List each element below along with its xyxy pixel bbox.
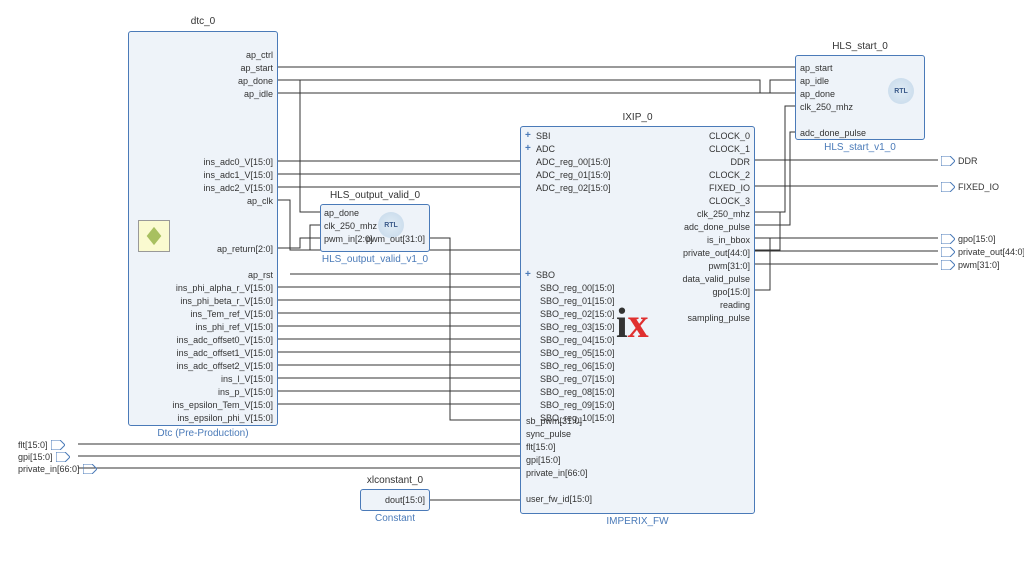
- ixip-port-ADC: ADC: [536, 144, 646, 154]
- dtc-port-ins-epsilon-phi-V-15-0-: ins_epsilon_phi_V[15:0]: [165, 413, 273, 423]
- ixip-port-SBI: SBI: [536, 131, 646, 141]
- dtc-title: dtc_0: [128, 16, 278, 27]
- dtc-port-ap-clk: ap_clk: [180, 196, 273, 206]
- ixip-port-CLOCK-3: CLOCK_3: [650, 196, 750, 206]
- dtc-port-ins-adc-offset0-V-15-0-: ins_adc_offset0_V[15:0]: [165, 335, 273, 345]
- ixip-port-CLOCK-2: CLOCK_2: [650, 170, 750, 180]
- ixip-port-ADC-reg-02-15-0-: ADC_reg_02[15:0]: [536, 183, 646, 193]
- ixip-port-private-out-44-0-: private_out[44:0]: [650, 248, 750, 258]
- dtc-port-ins-phi-alpha-r-V-15-0-: ins_phi_alpha_r_V[15:0]: [165, 283, 273, 293]
- ixip-subtitle: IMPERIX_FW: [520, 516, 755, 527]
- ixip-port-SBO-reg-01-15-0-: SBO_reg_01[15:0]: [540, 296, 650, 306]
- dtc-port-ins-Tem-ref-V-15-0-: ins_Tem_ref_V[15:0]: [165, 309, 273, 319]
- dtc-port-ins-phi-beta-r-V-15-0-: ins_phi_beta_r_V[15:0]: [165, 296, 273, 306]
- ixip-port-CLOCK-0: CLOCK_0: [650, 131, 750, 141]
- ixip-port-ADC-reg-01-15-0-: ADC_reg_01[15:0]: [536, 170, 646, 180]
- ext-input-private-in-66-0-[interactable]: private_in[66:0]: [18, 464, 100, 474]
- ixip-port-FIXED-IO: FIXED_IO: [650, 183, 750, 193]
- ixip-port-SBO-reg-02-15-0-: SBO_reg_02[15:0]: [540, 309, 650, 319]
- ixip-port-private-in-66-0-: private_in[66:0]: [526, 468, 636, 478]
- hlsout-port-clk-250-mhz: clk_250_mhz: [324, 221, 384, 231]
- hls-output-subtitle: HLS_output_valid_v1_0: [320, 254, 430, 265]
- ixip-sbo-header: SBO: [536, 270, 555, 280]
- xlconstant-subtitle: Constant: [360, 513, 430, 524]
- vivado-hls-badge: [138, 220, 170, 252]
- hls-start-title: HLS_start_0: [795, 41, 925, 52]
- ixip-port-sync-pulse: sync_pulse: [526, 429, 636, 439]
- ixip-port-DDR: DDR: [650, 157, 750, 167]
- ixip-port-adc-done-pulse: adc_done_pulse: [650, 222, 750, 232]
- hlsstart-port-clk-250-mhz: clk_250_mhz: [800, 102, 920, 112]
- dtc-subtitle: Dtc (Pre-Production): [128, 428, 278, 439]
- dtc-port-ap-rst: ap_rst: [165, 270, 273, 280]
- ixip-port-reading: reading: [650, 300, 750, 310]
- ext-input-flt-15-0-[interactable]: flt[15:0]: [18, 440, 68, 450]
- ext-output-DDR[interactable]: DDR: [938, 156, 978, 166]
- sbi-expand-icon[interactable]: +: [525, 130, 531, 141]
- dtc-port-ins-phi-ref-V-15-0-: ins_phi_ref_V[15:0]: [165, 322, 273, 332]
- hls-start-apstart: ap_start: [800, 63, 833, 73]
- ixip-port-gpi-15-0-: gpi[15:0]: [526, 455, 636, 465]
- adc-expand-icon[interactable]: +: [525, 143, 531, 154]
- dtc-port-ap-idle: ap_idle: [225, 89, 273, 99]
- ext-input-gpi-15-0-[interactable]: gpi[15:0]: [18, 452, 73, 462]
- ixip-port-is-in-bbox: is_in_bbox: [650, 235, 750, 245]
- ixip-port-data-valid-pulse: data_valid_pulse: [650, 274, 750, 284]
- hlsout-port-pwm-in-2-0-: pwm_in[2:0]: [324, 234, 384, 244]
- ixip-port-SBO-reg-03-15-0-: SBO_reg_03[15:0]: [540, 322, 650, 332]
- hls-output-title: HLS_output_valid_0: [320, 190, 430, 201]
- dtc-return-port: ap_return[2:0]: [188, 244, 273, 254]
- dtc-port-ap-start: ap_start: [225, 63, 273, 73]
- dtc-port-ins-adc0-V-15-0-: ins_adc0_V[15:0]: [180, 157, 273, 167]
- ext-output-gpo-15-0-[interactable]: gpo[15:0]: [938, 234, 996, 244]
- dtc-port-ins-l-V-15-0-: ins_l_V[15:0]: [165, 374, 273, 384]
- ixip-port-gpo-15-0-: gpo[15:0]: [650, 287, 750, 297]
- ixip-port-SBO-reg-07-15-0-: SBO_reg_07[15:0]: [540, 374, 650, 384]
- hlsstart-port-adc-done-pulse: adc_done_pulse: [800, 128, 920, 138]
- sbo-expand-icon[interactable]: +: [525, 269, 531, 280]
- ixip-port-SBO-reg-06-15-0-: SBO_reg_06[15:0]: [540, 361, 650, 371]
- ixip-port-user-fw-id-15-0-: user_fw_id[15:0]: [526, 494, 636, 504]
- ext-output-FIXED-IO[interactable]: FIXED_IO: [938, 182, 999, 192]
- dtc-port-ins-adc2-V-15-0-: ins_adc2_V[15:0]: [180, 183, 273, 193]
- dtc-port-ins-adc-offset1-V-15-0-: ins_adc_offset1_V[15:0]: [165, 348, 273, 358]
- ext-output-private-out-44-0-[interactable]: private_out[44:0]: [938, 247, 1024, 257]
- ixip-title: IXIP_0: [520, 112, 755, 123]
- hlsout-port-ap-done: ap_done: [324, 208, 384, 218]
- hlsstart-port-ap-done: ap_done: [800, 89, 920, 99]
- ixip-port-clk-250-mhz: clk_250_mhz: [650, 209, 750, 219]
- dtc-port-ins-p-V-15-0-: ins_p_V[15:0]: [165, 387, 273, 397]
- hlsstart-port-ap-idle: ap_idle: [800, 76, 920, 86]
- ixip-port-SBO-reg-05-15-0-: SBO_reg_05[15:0]: [540, 348, 650, 358]
- xlconstant-title: xlconstant_0: [360, 475, 430, 486]
- hls-start-subtitle: HLS_start_v1_0: [795, 142, 925, 153]
- ixip-port-SBO-reg-00-15-0-: SBO_reg_00[15:0]: [540, 283, 650, 293]
- ixip-port-sampling-pulse: sampling_pulse: [650, 313, 750, 323]
- dtc-port-ins-adc-offset2-V-15-0-: ins_adc_offset2_V[15:0]: [165, 361, 273, 371]
- ixip-port-ADC-reg-00-15-0-: ADC_reg_00[15:0]: [536, 157, 646, 167]
- dtc-port-ins-epsilon-Tem-V-15-0-: ins_epsilon_Tem_V[15:0]: [165, 400, 273, 410]
- dtc-port-ap-ctrl: ap_ctrl: [225, 50, 273, 60]
- dtc-port-ap-done: ap_done: [225, 76, 273, 86]
- ixip-port-SBO-reg-08-15-0-: SBO_reg_08[15:0]: [540, 387, 650, 397]
- ixip-port-SBO-reg-04-15-0-: SBO_reg_04[15:0]: [540, 335, 650, 345]
- ixip-port-sb-pwm-31-0-: sb_pwm[31:0]: [526, 416, 636, 426]
- ixip-port-pwm-31-0-: pwm[31:0]: [650, 261, 750, 271]
- ixip-port-SBO-reg-09-15-0-: SBO_reg_09[15:0]: [540, 400, 650, 410]
- ixip-port-flt-15-0-: flt[15:0]: [526, 442, 636, 452]
- xlconstant-port: dout[15:0]: [375, 495, 425, 505]
- dtc-port-ins-adc1-V-15-0-: ins_adc1_V[15:0]: [180, 170, 273, 180]
- ext-output-pwm-31-0-[interactable]: pwm[31:0]: [938, 260, 1000, 270]
- ixip-port-CLOCK-1: CLOCK_1: [650, 144, 750, 154]
